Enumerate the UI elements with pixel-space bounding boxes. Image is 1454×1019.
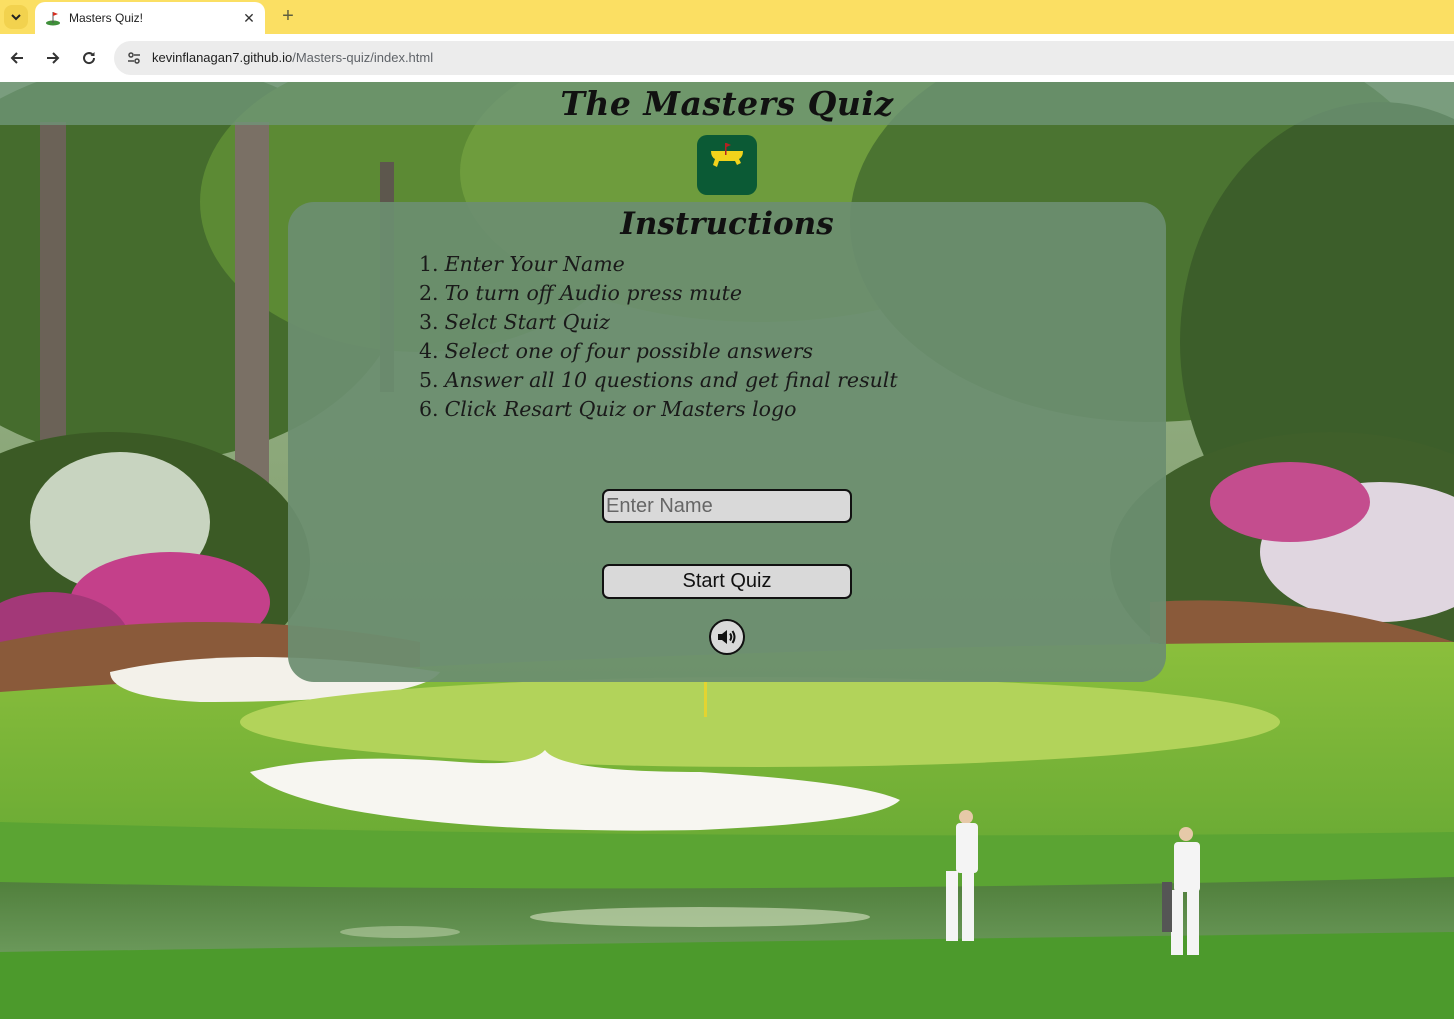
step-text: Selct Start Quiz bbox=[444, 310, 610, 334]
address-bar[interactable]: kevinflanagan7.github.io/Masters-quiz/in… bbox=[114, 41, 1454, 75]
start-quiz-button[interactable]: Start Quiz bbox=[602, 564, 852, 599]
list-item: 5. Answer all 10 questions and get final … bbox=[419, 366, 898, 395]
page-viewport: The Masters Quiz Instructions 1. Enter Yo… bbox=[0, 82, 1454, 1019]
golf-flag-icon bbox=[46, 12, 60, 26]
browser-tabstrip: Masters Quiz! ✕ + bbox=[0, 0, 1454, 34]
list-item: 4. Select one of four possible answers bbox=[419, 337, 898, 366]
chevron-down-icon bbox=[11, 14, 21, 21]
arrow-left-icon bbox=[10, 52, 23, 64]
step-text: To turn off Audio press mute bbox=[444, 281, 743, 305]
step-number: 1. bbox=[419, 252, 439, 276]
url-text[interactable]: kevinflanagan7.github.io/Masters-quiz/in… bbox=[152, 50, 433, 65]
tab-search-button[interactable] bbox=[4, 5, 28, 29]
step-text: Click Resart Quiz or Masters logo bbox=[444, 397, 797, 421]
list-item: 3. Selct Start Quiz bbox=[419, 308, 898, 337]
forward-button[interactable] bbox=[41, 46, 65, 70]
browser-toolbar: kevinflanagan7.github.io/Masters-quiz/in… bbox=[0, 34, 1454, 82]
tune-icon bbox=[128, 52, 140, 64]
step-number: 3. bbox=[419, 310, 439, 334]
list-item: 2. To turn off Audio press mute bbox=[419, 279, 898, 308]
mute-button[interactable] bbox=[709, 619, 745, 655]
step-number: 4. bbox=[419, 339, 439, 363]
instructions-list: 1. Enter Your Name 2. To turn off Audio pr… bbox=[419, 250, 898, 424]
list-item: 1. Enter Your Name bbox=[419, 250, 898, 279]
header-bar: The Masters Quiz bbox=[0, 82, 1454, 125]
speaker-icon bbox=[718, 630, 736, 644]
arrow-right-icon bbox=[47, 52, 60, 64]
step-number: 2. bbox=[419, 281, 439, 305]
step-number: 6. bbox=[419, 397, 439, 421]
reload-button[interactable] bbox=[77, 46, 101, 70]
browser-tab[interactable]: Masters Quiz! ✕ bbox=[35, 2, 265, 34]
reload-icon bbox=[83, 52, 96, 65]
back-button[interactable] bbox=[5, 46, 29, 70]
list-item: 6. Click Resart Quiz or Masters logo bbox=[419, 395, 898, 424]
step-text: Enter Your Name bbox=[444, 252, 625, 276]
site-info-icon[interactable] bbox=[122, 46, 146, 70]
masters-logo-icon bbox=[711, 143, 743, 167]
step-text: Answer all 10 questions and get final re… bbox=[444, 368, 898, 392]
close-icon[interactable]: ✕ bbox=[239, 8, 259, 28]
instructions-title: Instructions bbox=[620, 206, 834, 242]
url-host: kevinflanagan7.github.io bbox=[152, 50, 293, 65]
url-path: /Masters-quiz/index.html bbox=[292, 50, 434, 65]
instructions-panel: Instructions 1. Enter Your Name 2. To turn… bbox=[288, 202, 1166, 682]
name-input[interactable] bbox=[602, 489, 852, 523]
step-text: Select one of four possible answers bbox=[444, 339, 814, 363]
page-title: The Masters Quiz bbox=[560, 84, 894, 123]
tab-title: Masters Quiz! bbox=[69, 11, 144, 25]
masters-logo[interactable] bbox=[697, 135, 757, 195]
step-number: 5. bbox=[419, 368, 439, 392]
new-tab-button[interactable]: + bbox=[278, 5, 298, 27]
